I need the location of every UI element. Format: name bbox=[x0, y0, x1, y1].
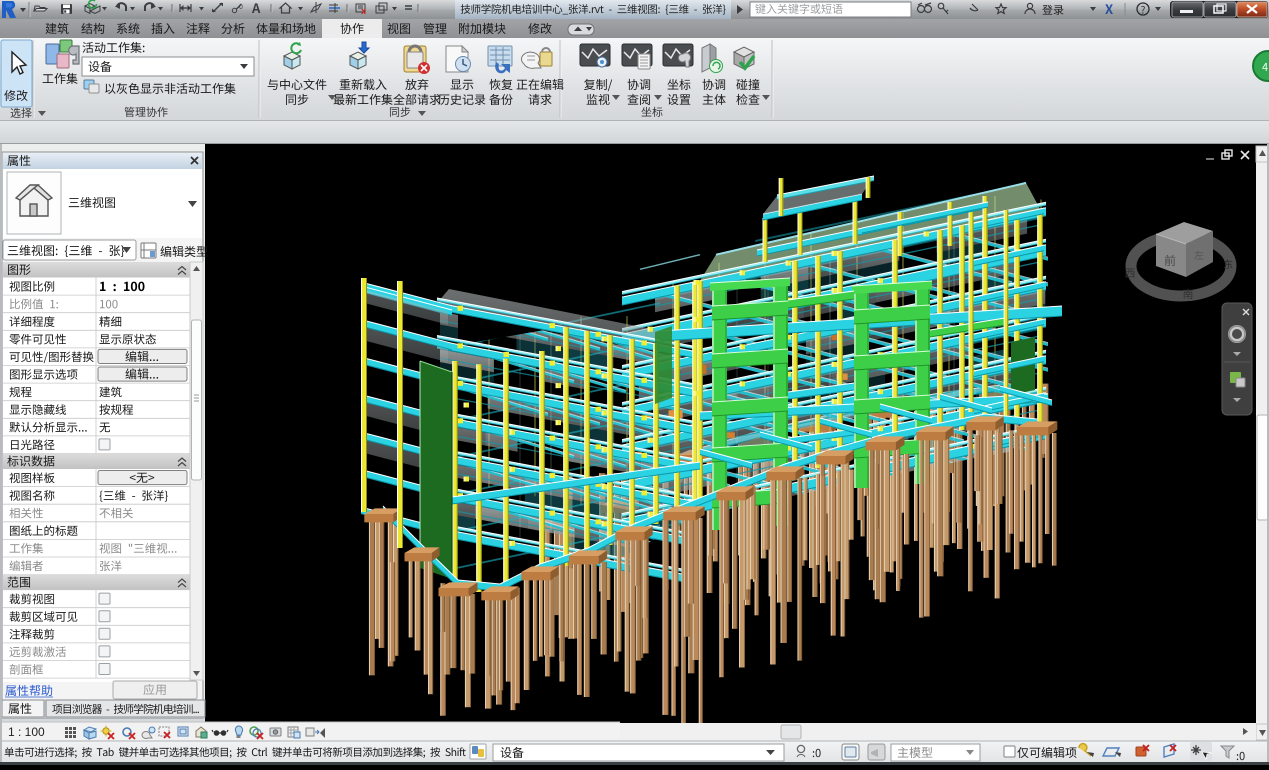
svg-text:1 : 100: 1 : 100 bbox=[8, 725, 45, 739]
